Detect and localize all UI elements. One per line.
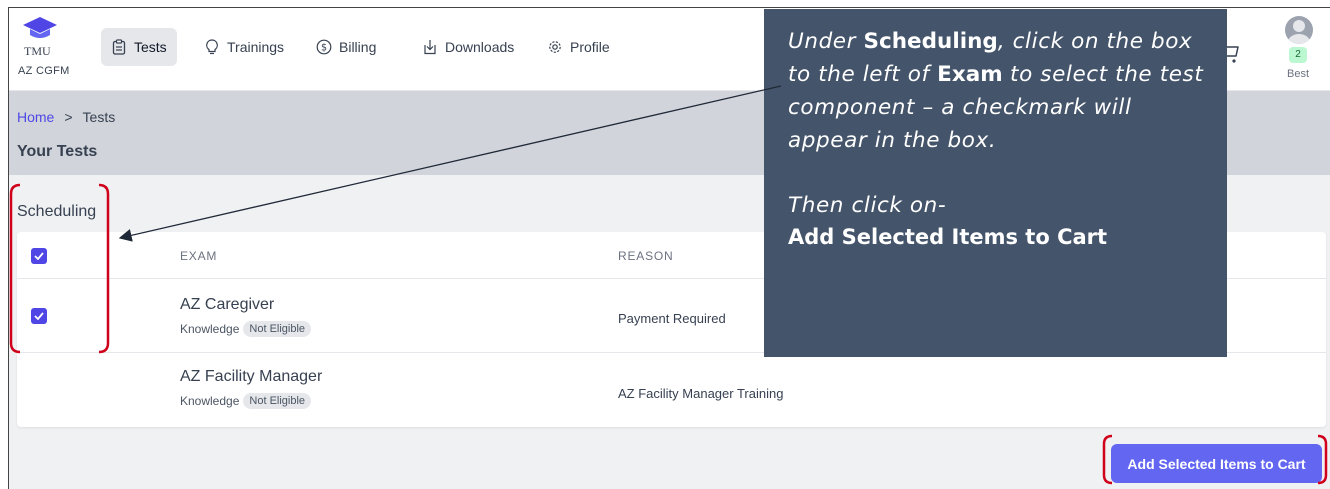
exam-type: Knowledge xyxy=(180,322,240,336)
brand-subtitle: AZ CGFM xyxy=(18,65,70,77)
lightbulb-icon xyxy=(204,39,220,55)
callout-then: Then click on- xyxy=(788,193,947,218)
breadcrumb: Home > Tests xyxy=(17,109,115,125)
gear-icon xyxy=(547,39,563,55)
status-badge: Not Eligible xyxy=(243,393,312,409)
breadcrumb-current: Tests xyxy=(82,109,116,125)
column-header-reason: REASON xyxy=(618,249,674,263)
user-name: Best xyxy=(1287,68,1310,80)
exam-name: AZ Caregiver xyxy=(180,296,275,313)
download-icon xyxy=(422,39,438,55)
nav-downloads[interactable]: Downloads xyxy=(412,28,524,66)
callout-instruction: Under Scheduling, click on the box to th… xyxy=(788,29,1204,153)
exam-meta: Knowledge Not Eligible xyxy=(180,321,312,337)
breadcrumb-separator: > xyxy=(64,109,73,125)
section-title: Scheduling xyxy=(17,203,97,220)
instruction-callout: Under Scheduling, click on the box to th… xyxy=(764,9,1227,357)
nav-tests[interactable]: Tests xyxy=(101,28,177,66)
select-all-checkbox[interactable] xyxy=(31,248,47,264)
add-selected-items-to-cart-button[interactable]: Add Selected Items to Cart xyxy=(1111,444,1322,483)
checkmark-icon xyxy=(34,312,44,320)
nav-profile[interactable]: Profile xyxy=(537,28,620,66)
notification-badge: 2 xyxy=(1289,47,1307,63)
exam-name: AZ Facility Manager xyxy=(180,368,323,385)
status-badge: Not Eligible xyxy=(243,321,312,337)
nav-trainings[interactable]: Trainings xyxy=(194,28,294,66)
dollar-icon: $ xyxy=(316,39,332,55)
page-title: Your Tests xyxy=(17,143,98,160)
nav-profile-label: Profile xyxy=(570,39,610,55)
column-header-exam: EXAM xyxy=(180,249,218,263)
checkmark-icon xyxy=(34,252,44,260)
nav-downloads-label: Downloads xyxy=(445,39,515,55)
exam-meta: Knowledge Not Eligible xyxy=(180,393,312,409)
table-row: AZ Facility Manager Knowledge Not Eligib… xyxy=(17,353,1326,427)
exam-reason: Payment Required xyxy=(618,311,726,326)
breadcrumb-home-link[interactable]: Home xyxy=(17,109,54,125)
clipboard-icon xyxy=(111,39,127,55)
nav-tests-label: Tests xyxy=(134,39,167,55)
user-menu[interactable]: 2 Best xyxy=(1281,16,1321,86)
svg-text:$: $ xyxy=(321,43,327,54)
exam-reason: AZ Facility Manager Training xyxy=(618,386,784,401)
brand-name: TMU xyxy=(24,44,51,58)
avatar xyxy=(1285,16,1313,44)
nav-trainings-label: Trainings xyxy=(227,39,285,55)
callout-button-name: Add Selected Items to Cart xyxy=(788,225,1108,249)
graduation-cap-icon xyxy=(23,17,57,38)
nav-billing-label: Billing xyxy=(339,39,377,55)
row-checkbox[interactable] xyxy=(31,308,47,324)
exam-type: Knowledge xyxy=(180,394,240,408)
nav-billing[interactable]: $ Billing xyxy=(306,28,386,66)
